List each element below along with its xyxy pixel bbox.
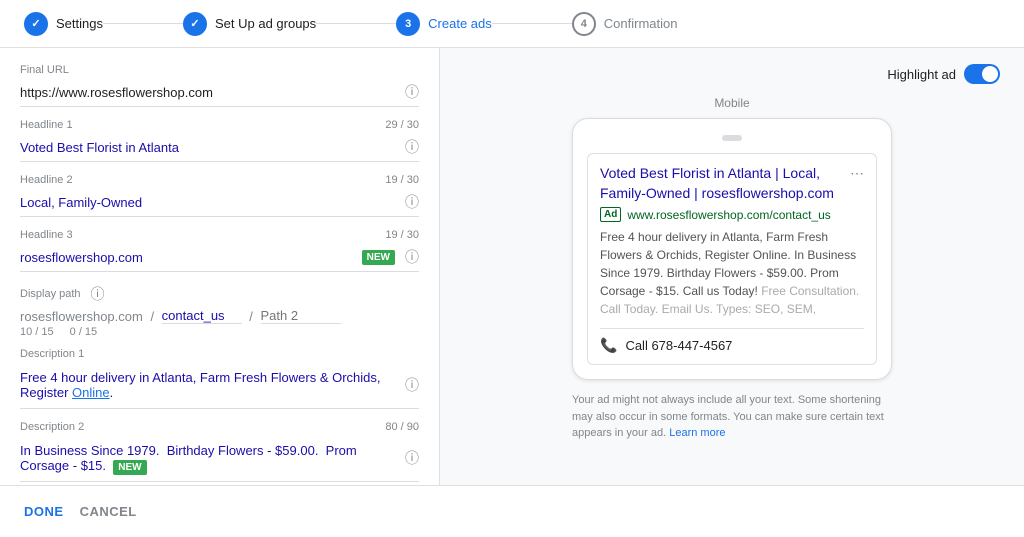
highlight-toggle[interactable] (964, 64, 1000, 84)
step-ad-groups-label: Set Up ad groups (215, 16, 316, 31)
ad-title-text: Voted Best Florist in Atlanta | Local, F… (600, 164, 850, 203)
done-button[interactable]: DONE (24, 496, 64, 527)
desc2-label: Description 2 (20, 421, 84, 433)
connector-3 (492, 23, 572, 24)
step-ad-groups[interactable]: ✓ Set Up ad groups (183, 12, 316, 36)
headline3-count: 19 / 30 (385, 229, 419, 241)
headline3-row: NEW ⓘ (20, 243, 419, 272)
phone-mockup: Voted Best Florist in Atlanta | Local, F… (572, 118, 892, 380)
ad-info-row: Ad www.rosesflowershop.com/contact_us (600, 207, 864, 222)
ad-badge: Ad (600, 207, 621, 222)
headline1-count: 29 / 30 (385, 119, 419, 131)
ad-title: Voted Best Florist in Atlanta | Local, F… (600, 164, 864, 203)
desc2-count: 80 / 90 (385, 421, 419, 433)
headline1-input[interactable] (20, 140, 399, 155)
disclaimer-text: Your ad might not always include all you… (572, 394, 884, 439)
path-counts: 10 / 15 0 / 15 (20, 326, 419, 338)
desc1-block: Description 1 Free 4 hour delivery in At… (20, 348, 419, 409)
desc2-header-row: Description 2 80 / 90 (20, 421, 419, 435)
display-path-path1-input[interactable] (162, 308, 242, 324)
connector-1 (103, 23, 183, 24)
step-settings[interactable]: ✓ Settings (24, 12, 103, 36)
headline2-input[interactable] (20, 195, 399, 210)
display-path-section: Display path ⓘ rosesflowershop.com / / 1… (20, 284, 419, 338)
step-create-ads-circle: 3 (396, 12, 420, 36)
call-phone-icon: 📞 (600, 337, 617, 354)
display-path-help-icon[interactable]: ⓘ (91, 284, 105, 304)
display-path-inputs: rosesflowershop.com / / (20, 308, 419, 324)
display-path-label: Display path (20, 288, 81, 300)
final-url-block: Final URL ⓘ (20, 64, 419, 107)
step-confirmation-circle: 4 (572, 12, 596, 36)
desc1-value[interactable]: Free 4 hour delivery in Atlanta, Farm Fr… (20, 366, 399, 404)
step-create-ads-label: Create ads (428, 16, 492, 31)
ad-description: Free 4 hour delivery in Atlanta, Farm Fr… (600, 228, 864, 318)
path2-count: 0 / 15 (70, 326, 98, 338)
display-path-sep2: / (246, 309, 257, 324)
headline2-row: ⓘ (20, 188, 419, 217)
learn-more-link[interactable]: Learn more (669, 427, 725, 439)
headline1-block: Headline 1 29 / 30 ⓘ (20, 119, 419, 162)
device-label: Mobile (714, 96, 749, 110)
desc2-block: Description 2 80 / 90 In Business Since … (20, 421, 419, 485)
headline3-label: Headline 3 (20, 229, 73, 241)
headline2-block: Headline 2 19 / 30 ⓘ (20, 174, 419, 217)
step-ad-groups-circle: ✓ (183, 12, 207, 36)
final-url-row: ⓘ (20, 78, 419, 107)
display-path-sep1: / (147, 309, 158, 324)
step-settings-label: Settings (56, 16, 103, 31)
highlight-label: Highlight ad (887, 67, 956, 82)
desc2-help-icon[interactable]: ⓘ (405, 448, 419, 468)
step-settings-circle: ✓ (24, 12, 48, 36)
ad-description-fade: Free Consultation. Call Today. Email Us.… (600, 284, 859, 316)
step-confirmation-label: Confirmation (604, 16, 678, 31)
footer: DONE CANCEL (0, 485, 1024, 537)
headline1-help-icon[interactable]: ⓘ (405, 137, 419, 157)
desc1-help-icon[interactable]: ⓘ (405, 375, 419, 395)
disclaimer: Your ad might not always include all you… (572, 392, 892, 442)
highlight-row: Highlight ad (464, 64, 1000, 84)
step-confirmation[interactable]: 4 Confirmation (572, 12, 678, 36)
desc1-label: Description 1 (20, 348, 419, 360)
headline2-count: 19 / 30 (385, 174, 419, 186)
desc2-value-line2: Call us Today! (20, 482, 419, 485)
desc2-row: In Business Since 1979. Birthday Flowers… (20, 435, 419, 482)
headline3-help-icon[interactable]: ⓘ (405, 247, 419, 267)
headline2-header-row: Headline 2 19 / 30 (20, 174, 419, 188)
path1-count: 10 / 15 (20, 326, 54, 338)
call-row: 📞 Call 678-447-4567 (600, 328, 864, 354)
headline3-block: Headline 3 19 / 30 NEW ⓘ (20, 229, 419, 272)
main-content: Final URL ⓘ Headline 1 29 / 30 ⓘ Headlin… (0, 48, 1024, 485)
ad-ellipsis-icon[interactable]: ⋯ (850, 164, 864, 184)
headline3-input[interactable] (20, 250, 362, 265)
connector-2 (316, 23, 396, 24)
desc2-value[interactable]: In Business Since 1979. Birthday Flowers… (20, 439, 399, 477)
desc1-row: Free 4 hour delivery in Atlanta, Farm Fr… (20, 362, 419, 409)
left-panel: Final URL ⓘ Headline 1 29 / 30 ⓘ Headlin… (0, 48, 440, 485)
cancel-button[interactable]: CANCEL (80, 496, 137, 527)
headline1-row: ⓘ (20, 133, 419, 162)
ad-url: www.rosesflowershop.com/contact_us (627, 208, 830, 222)
headline3-header-row: Headline 3 19 / 30 (20, 229, 419, 243)
stepper: ✓ Settings ✓ Set Up ad groups 3 Create a… (0, 0, 1024, 48)
phone-notch (722, 135, 742, 141)
headline3-new-badge: NEW (362, 250, 395, 265)
headline2-label: Headline 2 (20, 174, 73, 186)
headline1-header-row: Headline 1 29 / 30 (20, 119, 419, 133)
display-path-base: rosesflowershop.com (20, 309, 143, 324)
final-url-help-icon[interactable]: ⓘ (405, 82, 419, 102)
right-panel: Highlight ad Mobile Voted Best Florist i… (440, 48, 1024, 485)
headline2-help-icon[interactable]: ⓘ (405, 192, 419, 212)
headline1-label: Headline 1 (20, 119, 73, 131)
step-create-ads[interactable]: 3 Create ads (396, 12, 492, 36)
ad-preview: Voted Best Florist in Atlanta | Local, F… (587, 153, 877, 365)
display-path-path2-input[interactable] (261, 308, 341, 324)
call-label: Call 678-447-4567 (625, 338, 732, 353)
final-url-input[interactable] (20, 85, 399, 100)
final-url-label: Final URL (20, 64, 419, 76)
display-path-label-row: Display path ⓘ (20, 284, 419, 304)
